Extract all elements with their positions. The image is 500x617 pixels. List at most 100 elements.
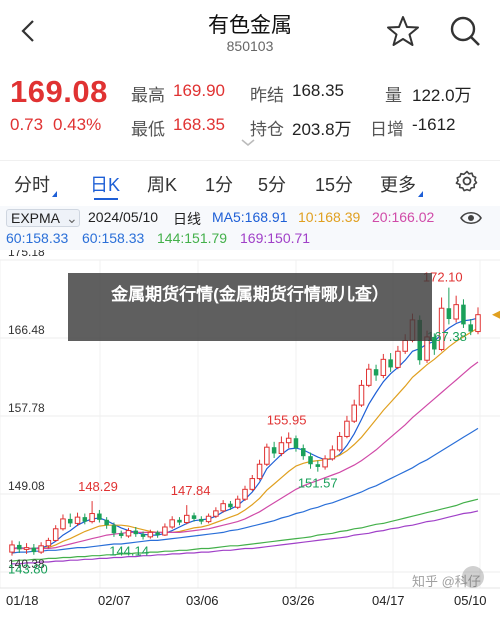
candle-body-down — [177, 519, 182, 523]
candle-body-down — [373, 369, 379, 376]
candle-body-down — [155, 532, 160, 536]
candle-body-up — [256, 463, 263, 480]
banner-text: 金属期货行情(金属期货行情哪儿查） — [111, 285, 389, 304]
y-tick-label: 175.18 — [8, 250, 45, 259]
instrument-code: 850103 — [226, 38, 274, 54]
candle-body-up — [60, 518, 66, 530]
gear-icon[interactable] — [455, 169, 479, 193]
candle-body-up — [453, 304, 459, 320]
candle-body-up — [169, 519, 175, 528]
candle-body-down — [308, 456, 313, 465]
legend-ma5: MA5:168.91 — [212, 209, 288, 225]
candle-body-down — [118, 533, 124, 536]
candle-body-up — [395, 350, 401, 368]
candle-body-up — [52, 528, 59, 541]
x-tick-label: 03/06 — [186, 593, 219, 608]
candle-body-up — [147, 531, 154, 538]
annotation-low-143: 143.80 — [8, 562, 48, 577]
candle-body-up — [322, 458, 328, 468]
candle-body-down — [446, 308, 452, 319]
tab-more[interactable]: 更多 — [380, 171, 423, 197]
search-icon[interactable] — [448, 14, 482, 48]
candle-body-down — [97, 513, 102, 520]
candle-body-up — [9, 544, 15, 553]
period-tabs: 分时 日K 周K 1分 5分 15分 更多 — [0, 160, 500, 202]
annotation-low-144: 144.14 — [109, 543, 149, 558]
dropdown-triangle-icon — [52, 191, 57, 197]
candle-body-down — [104, 519, 109, 526]
x-tick-label: 01/18 — [6, 593, 39, 608]
candle-body-down — [17, 544, 22, 550]
ma-line-ma20 — [12, 361, 479, 550]
candle-body-up — [285, 437, 292, 444]
tab-daily-k[interactable]: 日K — [90, 171, 120, 197]
prev-close-label: 昨结 — [250, 86, 284, 105]
last-price: 169.08 — [10, 74, 108, 109]
candle-body-up — [234, 498, 241, 508]
daily-increase-label: 日增 — [370, 120, 404, 139]
eye-icon[interactable] — [460, 210, 482, 226]
volume-value: 122.0万 — [412, 86, 472, 105]
indicator-selector[interactable]: EXPMA ⌄ — [6, 209, 80, 227]
candle-body-down — [300, 448, 306, 457]
legend-ma20: 20:166.02 — [372, 209, 435, 225]
candle-body-down — [199, 518, 204, 522]
candle-body-down — [111, 525, 117, 534]
tab-5min[interactable]: 5分 — [258, 171, 286, 197]
candle-body-up — [125, 530, 132, 537]
indicator-legend: EXPMA ⌄ 2024/05/10 日线 MA5:168.91 10:168.3… — [0, 206, 500, 250]
annotation-high-155: 155.95 — [267, 412, 307, 427]
candle-body-down — [31, 547, 37, 553]
ma-line-ma5 — [11, 317, 479, 550]
annotation-low-151: 151.57 — [298, 476, 338, 491]
candle-body-up — [45, 539, 52, 547]
tab-1min[interactable]: 1分 — [205, 171, 233, 197]
candle-body-up — [183, 514, 190, 524]
candle-body-up — [74, 516, 81, 524]
expand-chevron-icon[interactable] — [240, 138, 256, 148]
candle-body-down — [461, 304, 466, 325]
tab-weekly-k[interactable]: 周K — [147, 171, 177, 197]
watermark: 知乎 @科仔 — [412, 574, 481, 589]
chevron-down-icon: ⌄ — [66, 210, 78, 226]
y-tick-label: 166.48 — [8, 323, 45, 337]
daily-increase-value: -1612 — [412, 115, 456, 134]
candle-body-up — [351, 404, 357, 422]
candle-body-up — [38, 545, 44, 553]
annotation-high-148: 148.29 — [78, 479, 118, 494]
annotation-high-147: 147.84 — [171, 483, 211, 498]
x-tick-label: 04/17 — [372, 593, 405, 608]
candle-body-up — [366, 368, 372, 386]
y-tick-label: 157.78 — [8, 401, 45, 415]
quote-panel: 169.08 0.73 0.43% 最高 169.90 最低 168.35 昨结… — [0, 68, 500, 152]
tab-15min[interactable]: 15分 — [315, 171, 353, 197]
tab-timeshare[interactable]: 分时 — [14, 171, 57, 197]
candle-body-down — [133, 530, 139, 535]
annotation-current: 167.38 — [427, 329, 467, 344]
candle-body-up — [23, 547, 30, 550]
current-price-marker — [492, 310, 500, 319]
legend-kind: 日线 — [173, 211, 201, 227]
candle-body-up — [205, 515, 212, 523]
tab-label: 分时 — [14, 175, 50, 195]
candle-body-up — [475, 314, 481, 333]
candle-body-up — [336, 435, 343, 451]
low-label: 最低 — [131, 120, 165, 139]
candle-body-down — [315, 464, 321, 467]
page-title: 有色金属 — [208, 14, 292, 37]
prev-close-value: 168.35 — [292, 81, 344, 100]
open-interest-label: 持仓 — [250, 120, 284, 139]
candle-body-up — [329, 449, 336, 460]
high-value: 169.90 — [173, 81, 225, 100]
legend-ma60: 60:158.33 — [6, 230, 69, 246]
volume-label: 量 — [385, 86, 402, 105]
favorite-star-icon[interactable] — [386, 14, 420, 48]
candle-body-up — [249, 478, 256, 490]
candle-body-up — [380, 358, 387, 376]
active-tab-indicator — [94, 198, 118, 200]
candle-body-down — [140, 534, 146, 537]
candle-body-down — [468, 324, 473, 332]
candle-body-up — [213, 510, 219, 517]
tab-label: 更多 — [380, 175, 416, 195]
x-tick-label: 02/07 — [98, 593, 131, 608]
